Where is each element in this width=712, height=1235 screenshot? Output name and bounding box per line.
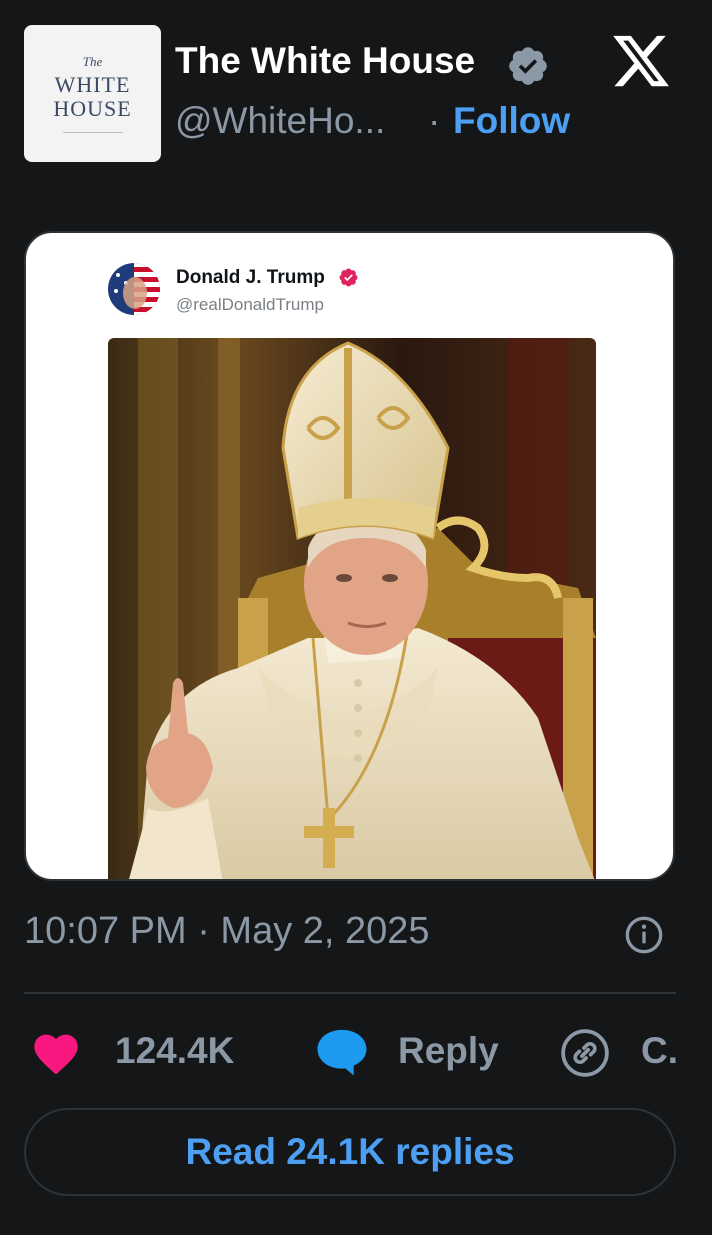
author-handle[interactable]: @WhiteHo... — [175, 100, 385, 142]
embedded-avatar — [108, 263, 160, 315]
divider — [24, 992, 676, 994]
embedded-author-name: Donald J. Trump — [176, 267, 325, 288]
verified-badge-icon — [509, 47, 547, 85]
copy-link-button[interactable]: C. — [641, 1030, 678, 1072]
reply-bubble-icon[interactable] — [314, 1026, 370, 1078]
post-timestamp[interactable]: 10:07 PM · May 2, 2025 — [24, 910, 430, 953]
read-replies-label: Read 24.1K replies — [185, 1131, 515, 1172]
embedded-verified-icon — [339, 268, 358, 287]
like-count[interactable]: 124.4K — [115, 1030, 234, 1072]
x-logo-icon[interactable] — [610, 30, 672, 92]
embedded-author-handle: @realDonaldTrump — [176, 295, 324, 314]
logo-line2: HOUSE — [53, 95, 132, 121]
media-card[interactable]: Donald J. Trump @realDonaldTrump — [24, 231, 675, 881]
papal-portrait-photo[interactable] — [108, 338, 596, 879]
follow-button[interactable]: Follow — [453, 100, 570, 142]
logo-rule — [62, 131, 123, 133]
link-icon[interactable] — [560, 1028, 610, 1078]
info-icon[interactable] — [624, 915, 664, 955]
author-name[interactable]: The White House — [175, 40, 475, 82]
author-avatar[interactable]: The WHITE HOUSE — [24, 25, 161, 162]
heart-icon[interactable] — [30, 1028, 82, 1076]
read-replies-button[interactable]: Read 24.1K replies — [24, 1108, 676, 1196]
logo-the: The — [82, 53, 103, 69]
handle-separator: · — [428, 100, 441, 141]
logo-line1: WHITE — [54, 71, 131, 97]
reply-button[interactable]: Reply — [398, 1030, 499, 1072]
